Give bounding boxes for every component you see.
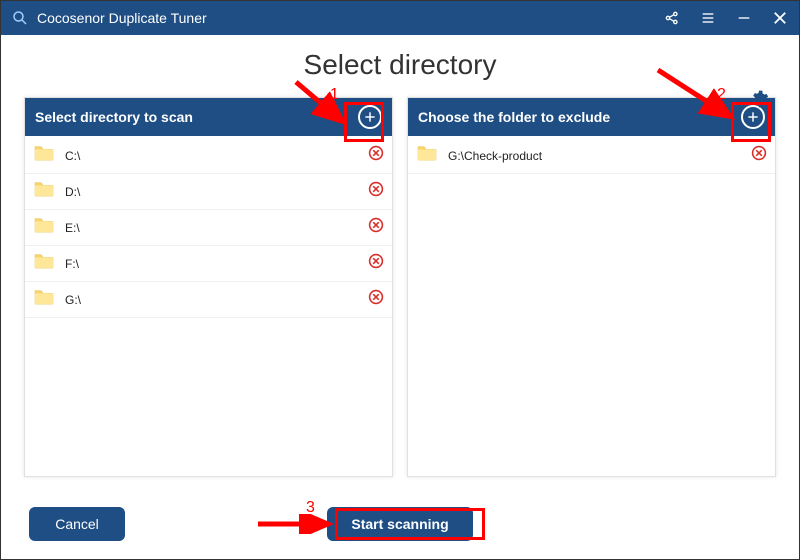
folder-icon (33, 252, 65, 275)
remove-item-button[interactable] (751, 145, 767, 166)
start-scanning-button[interactable]: Start scanning (327, 507, 472, 541)
close-icon[interactable] (771, 9, 789, 27)
folder-icon (33, 216, 65, 239)
exclude-panel-body: G:\Check-product (408, 136, 775, 476)
exclude-panel: Choose the folder to exclude G:\Check-pr… (407, 97, 776, 477)
exclude-panel-title: Choose the folder to exclude (418, 109, 741, 125)
folder-icon (33, 180, 65, 203)
scan-panel: Select directory to scan C:\ D:\ E:\ F:\ G:\ (24, 97, 393, 477)
list-item[interactable]: D:\ (25, 174, 392, 210)
main-area: Select directory Select directory to sca… (1, 35, 799, 559)
path-label: E:\ (65, 221, 368, 235)
folder-icon (416, 144, 448, 167)
list-item[interactable]: C:\ (25, 138, 392, 174)
path-label: G:\ (65, 293, 368, 307)
list-item[interactable]: G:\Check-product (408, 138, 775, 174)
footer: Cancel Start scanning (1, 507, 799, 541)
remove-item-button[interactable] (368, 181, 384, 202)
scan-panel-title: Select directory to scan (35, 109, 358, 125)
remove-item-button[interactable] (368, 289, 384, 310)
list-item[interactable]: G:\ (25, 282, 392, 318)
folder-icon (33, 288, 65, 311)
app-title: Cocosenor Duplicate Tuner (37, 10, 663, 26)
add-scan-dir-button[interactable] (358, 105, 382, 129)
path-label: C:\ (65, 149, 368, 163)
list-item[interactable]: E:\ (25, 210, 392, 246)
path-label: F:\ (65, 257, 368, 271)
settings-gear-icon[interactable] (749, 89, 769, 109)
folder-icon (33, 144, 65, 167)
minimize-icon[interactable] (735, 9, 753, 27)
remove-item-button[interactable] (368, 253, 384, 274)
scan-panel-body: C:\ D:\ E:\ F:\ G:\ (25, 136, 392, 476)
list-item[interactable]: F:\ (25, 246, 392, 282)
scan-panel-header: Select directory to scan (25, 98, 392, 136)
app-logo-icon (11, 9, 29, 27)
remove-item-button[interactable] (368, 145, 384, 166)
cancel-button[interactable]: Cancel (29, 507, 125, 541)
titlebar: Cocosenor Duplicate Tuner (1, 1, 799, 35)
remove-item-button[interactable] (368, 217, 384, 238)
share-icon[interactable] (663, 9, 681, 27)
menu-icon[interactable] (699, 9, 717, 27)
path-label: G:\Check-product (448, 149, 751, 163)
page-title: Select directory (19, 49, 781, 81)
exclude-panel-header: Choose the folder to exclude (408, 98, 775, 136)
path-label: D:\ (65, 185, 368, 199)
